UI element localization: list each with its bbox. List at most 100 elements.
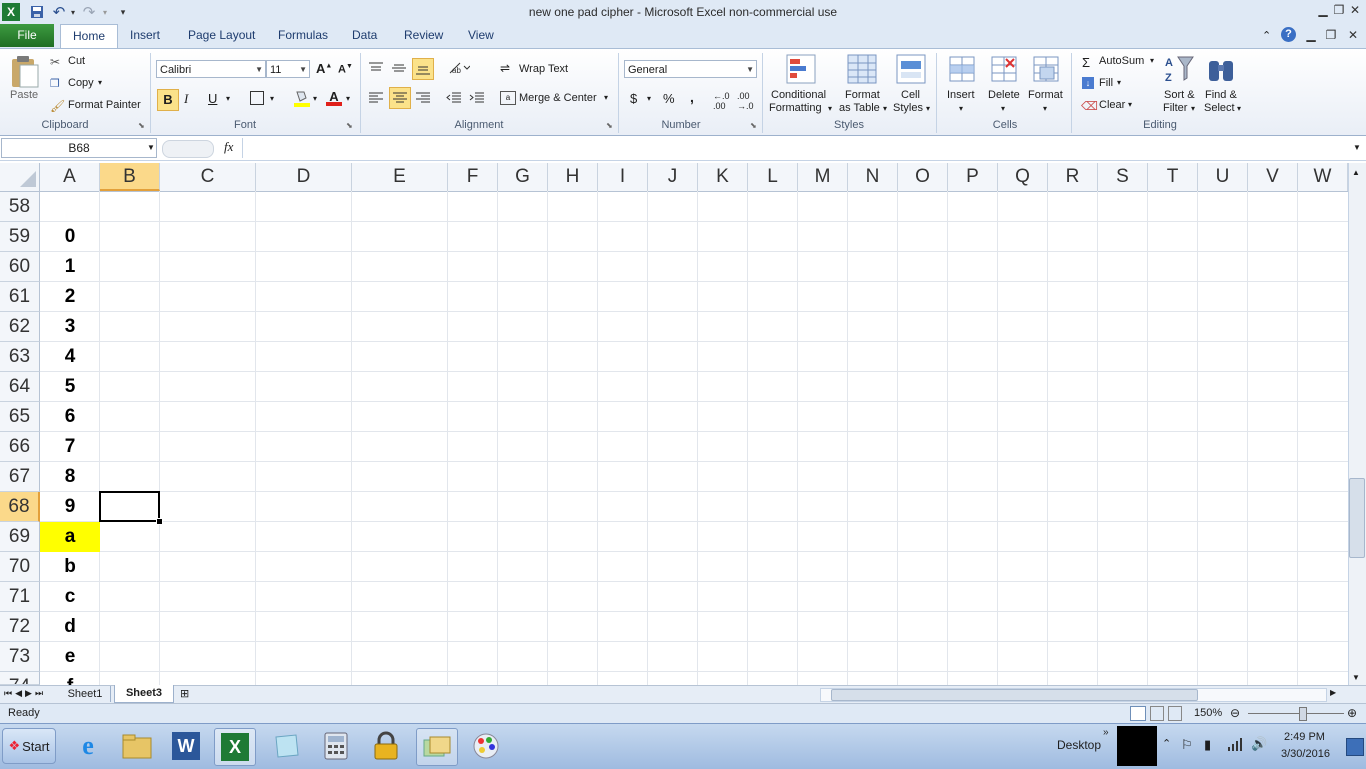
clock-time[interactable]: 2:49 PM: [1284, 731, 1325, 743]
find-select-line1[interactable]: Find &: [1205, 89, 1237, 101]
format-dropdown-icon[interactable]: ▾: [1043, 104, 1047, 113]
cell-a60[interactable]: 1: [40, 252, 100, 282]
paste-icon[interactable]: [8, 55, 40, 89]
fill-color-icon[interactable]: [294, 89, 310, 107]
insert-sheet-icon[interactable]: ⊞: [180, 687, 189, 700]
format-as-table-line1[interactable]: Format: [845, 89, 880, 101]
power-icon[interactable]: ▮: [1204, 737, 1211, 753]
workbook-close-icon[interactable]: ✕: [1344, 28, 1362, 44]
desktop-toolbar-label[interactable]: Desktop: [1057, 738, 1101, 752]
row-header[interactable]: 72: [0, 612, 40, 642]
column-header[interactable]: H: [548, 163, 598, 191]
toolbar-expand-icon[interactable]: »: [1103, 727, 1109, 738]
column-header[interactable]: P: [948, 163, 998, 191]
delete-cells-icon[interactable]: [988, 53, 1020, 85]
sort-filter-dropdown-icon[interactable]: ▾: [1191, 104, 1195, 113]
tab-data[interactable]: Data: [342, 24, 387, 47]
decrease-indent-icon[interactable]: [446, 91, 462, 105]
underline-button[interactable]: U: [208, 91, 217, 106]
clock-date[interactable]: 3/30/2016: [1281, 748, 1330, 760]
paste-button[interactable]: Paste: [10, 89, 38, 101]
row-header[interactable]: 67: [0, 462, 40, 492]
format-button[interactable]: Format: [1028, 89, 1063, 101]
row-header[interactable]: 73: [0, 642, 40, 672]
excel-taskbar-icon[interactable]: X: [214, 728, 256, 766]
cell-a71[interactable]: c: [40, 582, 100, 612]
column-header[interactable]: S: [1098, 163, 1148, 191]
sort-filter-line1[interactable]: Sort &: [1164, 89, 1195, 101]
zoom-in-icon[interactable]: ⊕: [1347, 706, 1357, 720]
currency-button[interactable]: $: [630, 91, 637, 106]
vertical-scrollbar[interactable]: [1348, 163, 1366, 685]
column-header[interactable]: G: [498, 163, 548, 191]
page-break-view-icon[interactable]: [1168, 706, 1182, 721]
start-button[interactable]: ❖ Start: [2, 728, 56, 764]
internet-explorer-icon[interactable]: e: [68, 728, 108, 764]
format-cells-icon[interactable]: [1030, 53, 1062, 85]
cell-a67[interactable]: 8: [40, 462, 100, 492]
column-header[interactable]: J: [648, 163, 698, 191]
row-header[interactable]: 74: [0, 672, 40, 685]
align-top-icon[interactable]: [368, 61, 384, 75]
insert-button[interactable]: Insert: [947, 89, 975, 101]
align-right-icon[interactable]: [415, 91, 431, 105]
column-header[interactable]: V: [1248, 163, 1298, 191]
action-center-flag-icon[interactable]: ⚐: [1181, 737, 1193, 753]
underline-dropdown-icon[interactable]: ▾: [226, 94, 230, 103]
horizontal-scroll-thumb[interactable]: [831, 689, 1198, 701]
cell-a64[interactable]: 5: [40, 372, 100, 402]
cell-a74[interactable]: f: [40, 672, 100, 685]
conditional-formatting-line2[interactable]: Formatting: [769, 102, 822, 114]
row-header[interactable]: 61: [0, 282, 40, 312]
row-header[interactable]: 59: [0, 222, 40, 252]
volume-icon[interactable]: 🔊: [1251, 736, 1267, 752]
column-header[interactable]: O: [898, 163, 948, 191]
font-color-dropdown-icon[interactable]: ▾: [346, 94, 350, 103]
row-header[interactable]: 64: [0, 372, 40, 402]
formula-input[interactable]: [242, 138, 1351, 158]
clear-dropdown-icon[interactable]: ▾: [1128, 100, 1132, 109]
insert-cells-icon[interactable]: [946, 53, 978, 85]
borders-dropdown-icon[interactable]: ▾: [270, 94, 274, 103]
cell-a73[interactable]: e: [40, 642, 100, 672]
workbook-restore-icon[interactable]: ❐: [1322, 28, 1340, 44]
percent-button[interactable]: %: [663, 91, 675, 106]
scroll-up-icon[interactable]: ▲: [1352, 168, 1360, 177]
horizontal-scrollbar[interactable]: [820, 688, 1327, 702]
comma-button[interactable]: ,: [690, 89, 694, 105]
column-header[interactable]: I: [598, 163, 648, 191]
merge-dropdown-icon[interactable]: ▾: [604, 93, 608, 102]
conditional-formatting-icon[interactable]: [785, 53, 817, 85]
scroll-right-icon[interactable]: ▶: [1330, 688, 1336, 697]
cell-a59[interactable]: 0: [40, 222, 100, 252]
tab-page-layout[interactable]: Page Layout: [178, 24, 265, 47]
format-painter-button[interactable]: Format Painter: [68, 99, 141, 111]
fill-button[interactable]: Fill: [1099, 77, 1113, 89]
tab-review[interactable]: Review: [394, 24, 453, 47]
active-cell-b68[interactable]: [99, 491, 160, 522]
format-as-table-line2[interactable]: as Table: [839, 102, 880, 114]
column-header[interactable]: A: [40, 163, 100, 191]
close-icon[interactable]: ✕: [1346, 3, 1364, 19]
conditional-dropdown-icon[interactable]: ▾: [828, 104, 832, 113]
find-select-icon[interactable]: [1206, 53, 1238, 85]
column-header[interactable]: F: [448, 163, 498, 191]
align-left-icon[interactable]: [368, 91, 384, 105]
align-middle-icon[interactable]: [391, 61, 407, 75]
cell-styles-line1[interactable]: Cell: [901, 89, 920, 101]
tab-formulas[interactable]: Formulas: [268, 24, 338, 47]
sort-filter-icon[interactable]: AZ: [1163, 53, 1195, 85]
currency-dropdown-icon[interactable]: ▾: [647, 94, 651, 103]
insert-function-button[interactable]: fx: [224, 139, 233, 155]
copy-dropdown-icon[interactable]: ▾: [98, 78, 102, 87]
alignment-launcher-icon[interactable]: ⬊: [606, 121, 613, 130]
fill-color-dropdown-icon[interactable]: ▾: [313, 94, 317, 103]
row-header[interactable]: 60: [0, 252, 40, 282]
column-header[interactable]: T: [1148, 163, 1198, 191]
fill-handle[interactable]: [156, 518, 163, 525]
cell-a68[interactable]: 9: [40, 492, 100, 522]
orientation-icon[interactable]: ab: [448, 61, 471, 75]
font-launcher-icon[interactable]: ⬊: [346, 121, 353, 130]
folders-icon[interactable]: [416, 728, 458, 766]
row-header[interactable]: 71: [0, 582, 40, 612]
